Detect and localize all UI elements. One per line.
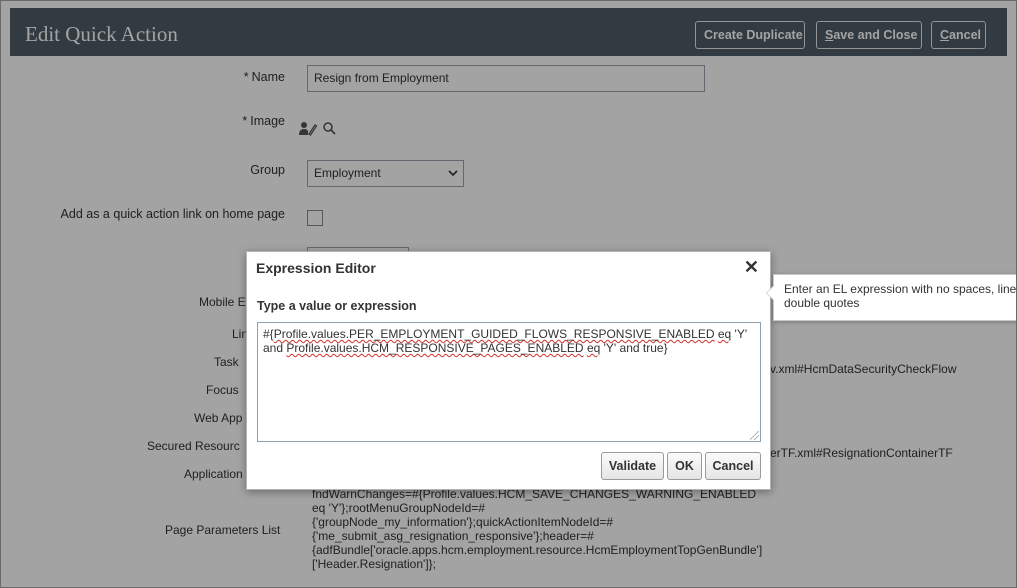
expr-text: eq — [717, 327, 732, 341]
resize-grip[interactable] — [750, 431, 759, 440]
tooltip-arrow-inner — [767, 286, 774, 300]
expression-line-1: #{Profile.values.PER_EMPLOYMENT_GUIDED_F… — [263, 327, 755, 341]
dialog-title: Expression Editor — [256, 260, 376, 276]
expression-textarea[interactable]: #{Profile.values.PER_EMPLOYMENT_GUIDED_F… — [257, 322, 761, 442]
expr-text: Profile.values.HCM_RESPONSIVE_PAGES_ENAB… — [286, 341, 584, 355]
expression-label: Type a value or expression — [257, 299, 417, 313]
tooltip-text: Enter an EL expression with no spaces, l… — [784, 282, 1017, 310]
expr-text: 'Y' — [731, 327, 748, 341]
expr-text: 'Y' and true} — [600, 341, 668, 355]
expression-hint-tooltip: Enter an EL expression with no spaces, l… — [766, 274, 1017, 321]
expression-editor-dialog: Expression Editor ✕ Type a value or expr… — [246, 251, 771, 490]
ok-button[interactable]: OK — [667, 452, 702, 480]
page-frame: Edit Quick Action Create Duplicate Save … — [0, 0, 1017, 588]
close-icon[interactable]: ✕ — [744, 257, 759, 277]
validate-button[interactable]: Validate — [601, 452, 664, 480]
dialog-cancel-button[interactable]: Cancel — [705, 452, 761, 480]
expr-text: Profile.values.PER_EMPLOYMENT_GUIDED_FLO… — [273, 327, 715, 341]
expr-text: eq — [586, 341, 601, 355]
expression-line-2: and Profile.values.HCM_RESPONSIVE_PAGES_… — [263, 341, 755, 355]
expr-text: and — [263, 341, 287, 355]
expr-text: #{ — [263, 327, 274, 341]
